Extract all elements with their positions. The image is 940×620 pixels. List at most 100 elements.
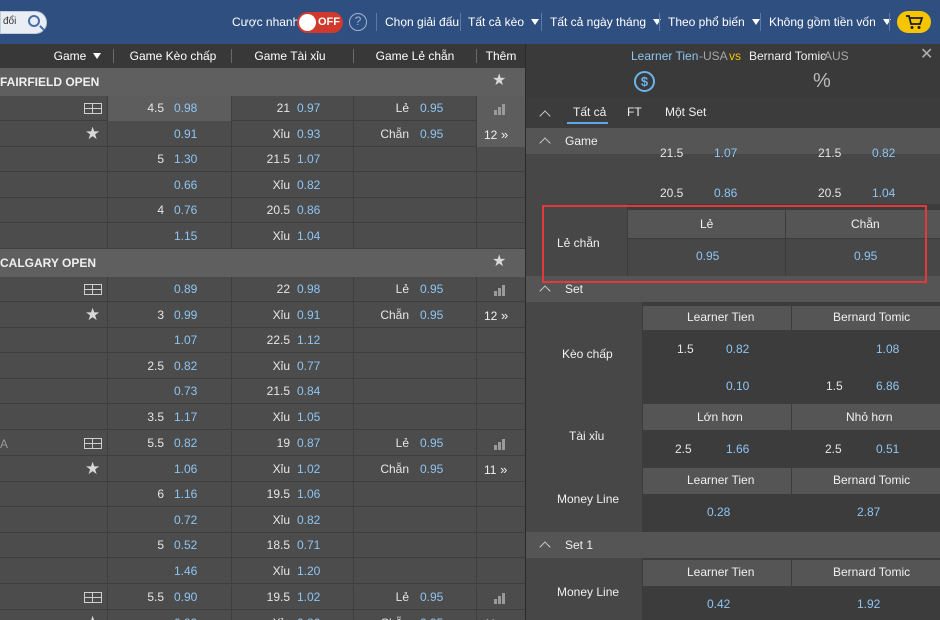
col-game[interactable]: Game xyxy=(50,44,105,68)
odds-value[interactable]: 1.07 xyxy=(714,148,737,160)
percent-icon[interactable]: % xyxy=(813,70,831,93)
odds-value[interactable]: 0.28 xyxy=(707,505,730,519)
handicap-odds[interactable]: 1.15 xyxy=(174,224,214,249)
totals-odds[interactable]: 0.86 xyxy=(297,198,337,223)
bet-slip-button[interactable] xyxy=(897,11,931,33)
oddeven-odds[interactable] xyxy=(420,482,460,507)
oddeven-odds[interactable]: 0.95 xyxy=(420,122,460,147)
stats-bars-icon[interactable] xyxy=(494,285,507,296)
help-icon[interactable]: ? xyxy=(349,13,367,31)
totals-odds[interactable]: 1.12 xyxy=(297,328,337,353)
favorite-star-icon[interactable]: ★ xyxy=(85,614,100,620)
more-bets-link[interactable]: 12 » xyxy=(484,308,508,323)
handicap-odds[interactable]: 1.06 xyxy=(174,457,214,482)
odds-value[interactable]: 0.10 xyxy=(726,379,749,393)
totals-odds[interactable]: 0.98 xyxy=(297,277,337,302)
oddeven-odds[interactable] xyxy=(420,533,460,558)
totals-odds[interactable]: 0.82 xyxy=(297,508,337,533)
tab-one-set[interactable]: Một Set xyxy=(665,105,706,119)
odds-value[interactable]: 0.82 xyxy=(726,342,749,356)
odds-value[interactable]: 1.04 xyxy=(872,186,895,200)
handicap-odds[interactable]: 0.99 xyxy=(174,303,214,328)
oddeven-odds[interactable]: 0.95 xyxy=(420,96,460,121)
totals-odds[interactable]: 0.93 xyxy=(297,122,337,147)
search-box[interactable]: đổi xyxy=(0,11,47,34)
odds-value[interactable]: 6.86 xyxy=(876,379,899,393)
totals-odds[interactable]: 0.86 xyxy=(297,611,337,620)
handicap-odds[interactable]: 0.99 xyxy=(174,611,214,620)
oddeven-odds[interactable] xyxy=(420,147,460,172)
oddeven-odds[interactable]: 0.95 xyxy=(420,457,460,482)
odds-value[interactable]: 1.08 xyxy=(876,342,899,356)
totals-odds[interactable]: 0.82 xyxy=(297,173,337,198)
handicap-odds[interactable]: 0.66 xyxy=(174,173,214,198)
favorite-star-icon[interactable]: ★ xyxy=(85,460,100,477)
totals-odds[interactable]: 0.77 xyxy=(297,354,337,379)
oddeven-odds[interactable] xyxy=(420,405,460,430)
totals-odds[interactable]: 1.06 xyxy=(297,482,337,507)
oddeven-odds[interactable] xyxy=(420,354,460,379)
totals-odds[interactable]: 1.04 xyxy=(297,224,337,249)
stats-bars-icon[interactable] xyxy=(494,439,507,450)
search-icon[interactable] xyxy=(28,15,40,27)
more-bets-link[interactable]: 11 » xyxy=(484,616,507,620)
handicap-odds[interactable]: 0.82 xyxy=(174,431,214,456)
stats-bars-icon[interactable] xyxy=(494,104,507,115)
odds-value[interactable]: 0.82 xyxy=(872,148,895,160)
oddeven-odds[interactable]: 0.95 xyxy=(420,277,460,302)
quick-bet-toggle[interactable]: OFF xyxy=(297,12,343,33)
section-set1[interactable]: Set 1 xyxy=(526,532,940,558)
sort-popular-menu[interactable]: Theo phổ biến xyxy=(668,15,760,29)
oddeven-odds[interactable] xyxy=(420,508,460,533)
all-bets-menu[interactable]: Tất cả kèo xyxy=(468,15,540,29)
handicap-odds[interactable]: 0.98 xyxy=(174,96,214,121)
oddeven-odds[interactable]: 0.95 xyxy=(420,431,460,456)
odds-value[interactable]: 2.87 xyxy=(857,505,880,519)
favorite-star-icon[interactable]: ★ xyxy=(85,125,100,142)
exclude-stake-menu[interactable]: Không gồm tiền vốn xyxy=(769,15,891,29)
odds-value[interactable]: 0.51 xyxy=(876,442,899,456)
select-league-menu[interactable]: Chọn giải đấu xyxy=(385,15,459,29)
handicap-odds[interactable]: 0.91 xyxy=(174,122,214,147)
odds-value[interactable]: 0.86 xyxy=(714,186,737,200)
oddeven-odds[interactable] xyxy=(420,198,460,223)
handicap-odds[interactable]: 1.17 xyxy=(174,405,214,430)
handicap-odds[interactable]: 0.90 xyxy=(174,585,214,610)
totals-odds[interactable]: 0.87 xyxy=(297,431,337,456)
oddeven-odds[interactable] xyxy=(420,559,460,584)
favorite-star-icon[interactable]: ★ xyxy=(492,254,506,270)
more-bets-link[interactable]: 11 » xyxy=(484,462,507,477)
handicap-odds[interactable]: 0.72 xyxy=(174,508,214,533)
stats-bars-icon[interactable] xyxy=(494,593,507,604)
tab-all[interactable]: Tất cả xyxy=(573,105,606,119)
favorite-star-icon[interactable]: ★ xyxy=(85,306,100,323)
totals-odds[interactable]: 1.20 xyxy=(297,559,337,584)
odds-value[interactable]: 0.42 xyxy=(707,597,730,611)
oddeven-odds[interactable]: 0.95 xyxy=(420,611,460,620)
tab-ft[interactable]: FT xyxy=(627,105,642,119)
handicap-odds[interactable]: 1.07 xyxy=(174,328,214,353)
favorite-star-icon[interactable]: ★ xyxy=(492,73,506,89)
totals-odds[interactable]: 0.91 xyxy=(297,303,337,328)
handicap-odds[interactable]: 0.89 xyxy=(174,277,214,302)
oddeven-odds[interactable] xyxy=(420,224,460,249)
totals-odds[interactable]: 0.84 xyxy=(297,379,337,404)
handicap-odds[interactable]: 0.52 xyxy=(174,533,214,558)
handicap-odds[interactable]: 1.46 xyxy=(174,559,214,584)
oddeven-odds[interactable] xyxy=(420,173,460,198)
oddeven-odds[interactable]: 0.95 xyxy=(420,303,460,328)
odds-value[interactable]: 1.66 xyxy=(726,442,749,456)
oddeven-odds[interactable]: 0.95 xyxy=(420,585,460,610)
totals-odds[interactable]: 0.97 xyxy=(297,96,337,121)
oddeven-odds[interactable] xyxy=(420,328,460,353)
handicap-odds[interactable]: 1.30 xyxy=(174,147,214,172)
close-icon[interactable]: ✕ xyxy=(920,45,933,65)
more-bets-link[interactable]: 12 » xyxy=(484,127,508,142)
oddeven-odds[interactable] xyxy=(420,379,460,404)
dollar-icon[interactable]: $ xyxy=(634,71,655,92)
totals-odds[interactable]: 1.05 xyxy=(297,405,337,430)
totals-odds[interactable]: 0.71 xyxy=(297,533,337,558)
totals-odds[interactable]: 1.07 xyxy=(297,147,337,172)
tennis-court-icon[interactable] xyxy=(84,284,102,295)
totals-odds[interactable]: 1.02 xyxy=(297,585,337,610)
